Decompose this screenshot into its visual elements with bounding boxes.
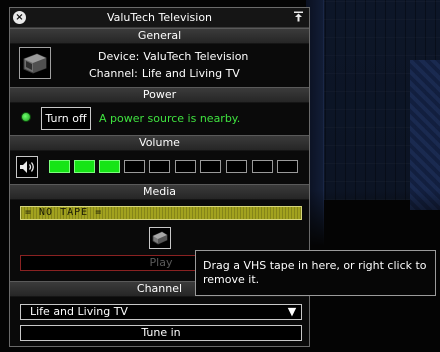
volume-segment-4[interactable] [124,160,145,173]
device-value: ValuTech Television [143,50,249,63]
device-row: Device: ValuTech Television [98,50,248,63]
volume-segment-1[interactable] [49,160,70,173]
pin-icon[interactable] [292,11,305,24]
speaker-icon[interactable] [16,156,38,178]
volume-segment-3[interactable] [99,160,120,173]
volume-segment-10[interactable] [277,160,298,173]
pin-glyph [294,11,303,22]
television-glyph [23,53,47,74]
channel-selected-value: Life and Living TV [30,305,128,318]
channel-select[interactable]: Life and Living TV ▼ [20,304,302,320]
channel-row: Channel: Life and Living TV [89,67,240,80]
volume-segment-8[interactable] [226,160,247,173]
vhs-tape-glyph [152,231,168,245]
power-led-icon [21,112,31,122]
volume-segment-5[interactable] [149,160,170,173]
tooltip: Drag a VHS tape in here, or right click … [195,250,436,296]
dropdown-caret-icon[interactable]: ▼ [286,306,298,318]
tune-in-button[interactable]: Tune in [20,325,302,341]
television-icon [19,47,51,79]
vhs-tape-icon[interactable] [149,227,171,249]
window-title: ValuTech Television [106,11,213,24]
window-titlebar[interactable]: × ValuTech Television [10,8,309,28]
rug [410,60,440,210]
device-label: Device: [98,50,140,63]
device-panel: × ValuTech Television General Device: Val… [9,7,310,347]
section-header-media: Media [10,184,309,200]
channel-label: Channel: [89,67,138,80]
volume-segment-6[interactable] [175,160,196,173]
turn-off-button[interactable]: Turn off [41,107,91,130]
section-header-general: General [10,28,309,44]
volume-segment-9[interactable] [252,160,273,173]
volume-segment-7[interactable] [200,160,221,173]
speaker-glyph [20,161,34,173]
power-status: A power source is nearby. [99,112,241,125]
tape-slot-display[interactable]: = NO TAPE = [20,206,302,220]
section-header-volume: Volume [10,135,309,151]
section-header-power: Power [10,87,309,103]
channel-value: Life and Living TV [141,67,240,80]
volume-segment-2[interactable] [74,160,95,173]
